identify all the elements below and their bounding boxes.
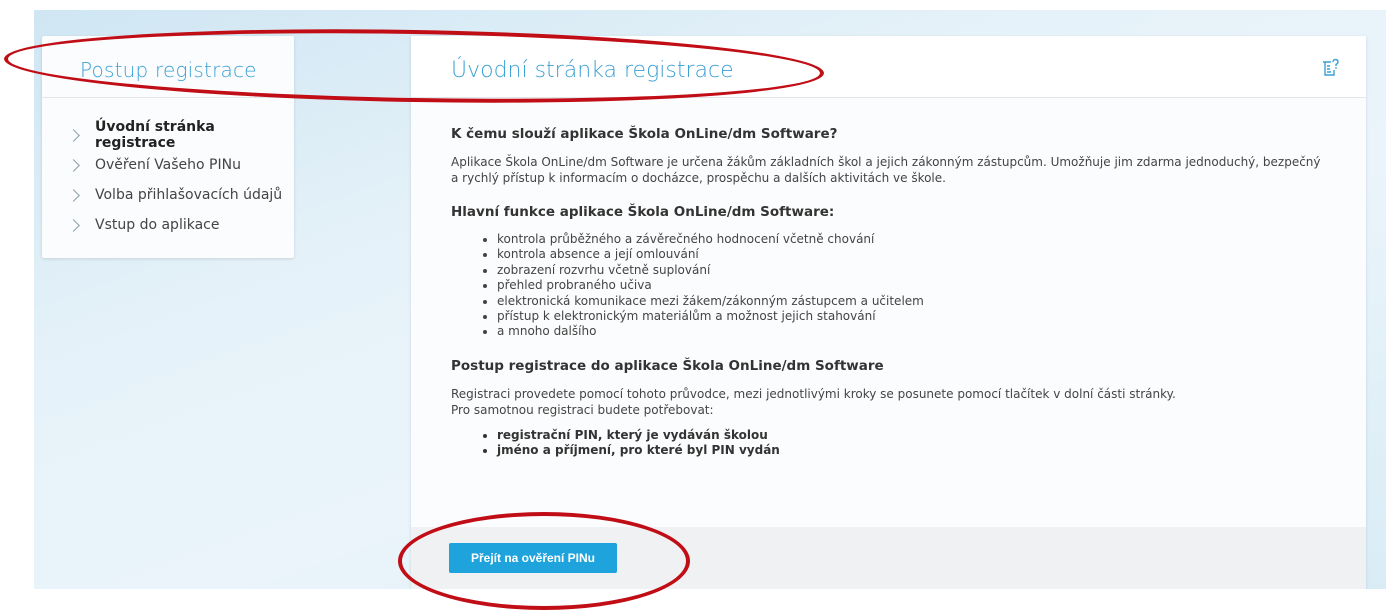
step-pin-verification[interactable]: Ověření Vašeho PINu	[42, 150, 294, 180]
list-item: registrační PIN, který je vydáván školou	[497, 428, 1366, 443]
requirements-list: registrační PIN, který je vydáván školou…	[451, 428, 1366, 459]
section-text: Aplikace Škola OnLine/dm Software je urč…	[451, 155, 1321, 185]
main-panel: Úvodní stránka registrace K čemu slouží …	[411, 36, 1366, 589]
list-item: přehled probraného učiva	[497, 278, 1366, 293]
section-heading: Hlavní funkce aplikace Škola OnLine/dm S…	[451, 204, 835, 220]
step-login-credentials[interactable]: Volba přihlašovacích údajů	[42, 180, 294, 210]
step-label: Vstup do aplikace	[95, 217, 220, 233]
section-features: Hlavní funkce aplikace Škola OnLine/dm S…	[451, 204, 1366, 340]
chevron-right-icon	[67, 158, 80, 172]
step-intro[interactable]: Úvodní stránka registrace	[42, 119, 294, 151]
section-text: Pro samotnou registraci budete potřebova…	[451, 402, 714, 417]
section-registration-procedure: Postup registrace do aplikace Škola OnLi…	[451, 358, 1366, 459]
main-header: Úvodní stránka registrace	[411, 36, 1366, 98]
list-item: kontrola průběžného a závěrečného hodnoc…	[497, 232, 1366, 247]
chevron-right-icon	[67, 188, 80, 202]
list-item: přístup k elektronickým materiálům a mož…	[497, 309, 1366, 324]
sidebar-title: Postup registrace	[42, 36, 294, 98]
section-about: K čemu slouží aplikace Škola OnLine/dm S…	[451, 126, 1366, 186]
chevron-right-icon	[67, 128, 80, 142]
registration-steps-sidebar: Postup registrace Úvodní stránka registr…	[42, 36, 294, 258]
list-item: a mnoho dalšího	[497, 324, 1366, 339]
main-content: K čemu slouží aplikace Škola OnLine/dm S…	[411, 98, 1366, 588]
list-item: jméno a příjmení, pro které byl PIN vydá…	[497, 443, 1366, 458]
section-heading: K čemu slouží aplikace Škola OnLine/dm S…	[451, 126, 838, 142]
page-title: Úvodní stránka registrace	[451, 58, 734, 83]
registration-page: Postup registrace Úvodní stránka registr…	[34, 10, 1386, 589]
section-heading: Postup registrace do aplikace Škola OnLi…	[451, 357, 884, 374]
step-label: Úvodní stránka registrace	[95, 119, 215, 151]
list-item: zobrazení rozvrhu včetně suplování	[497, 263, 1366, 278]
go-to-pin-verification-button[interactable]: Přejít na ověření PINu	[449, 543, 617, 573]
section-text: Registraci provedete pomocí tohoto průvo…	[451, 386, 1176, 401]
wizard-footer: Přejít na ověření PINu	[411, 527, 1366, 589]
step-label: Ověření Vašeho PINu	[95, 157, 241, 173]
list-item: elektronická komunikace mezi žákem/zákon…	[497, 294, 1366, 309]
steps-list: Úvodní stránka registrace Ověření Vašeho…	[42, 98, 294, 240]
step-app-entry[interactable]: Vstup do aplikace	[42, 210, 294, 240]
chevron-right-icon	[67, 218, 80, 232]
step-label: Volba přihlašovacích údajů	[95, 187, 283, 203]
list-item: kontrola absence a její omlouvání	[497, 247, 1366, 262]
help-icon[interactable]	[1320, 58, 1340, 78]
features-list: kontrola průběžného a závěrečného hodnoc…	[451, 232, 1366, 340]
